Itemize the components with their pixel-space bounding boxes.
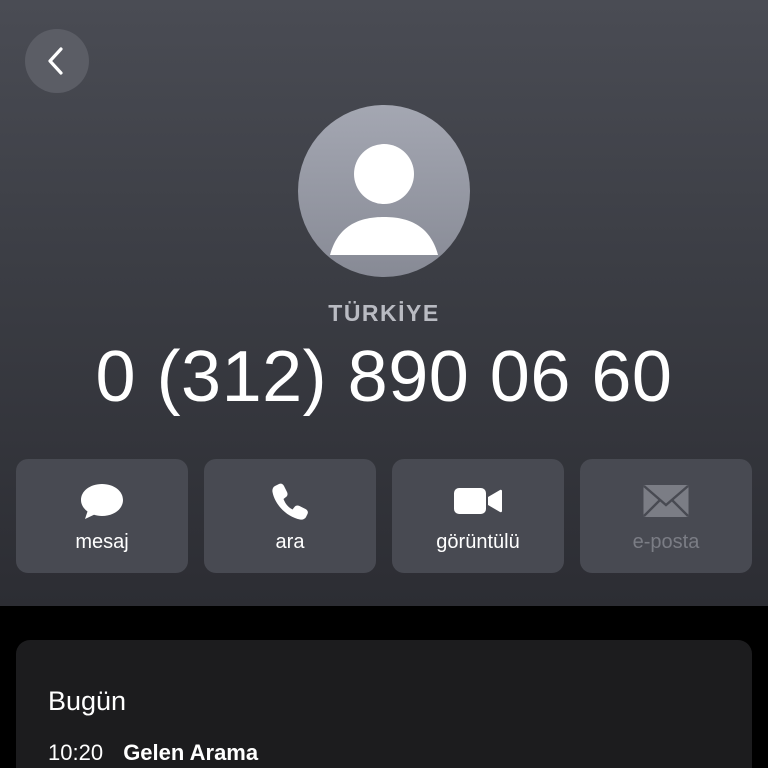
message-label: mesaj [75, 531, 129, 553]
country-label: TÜRKİYE [328, 300, 440, 326]
phone-number: 0 (312) 890 06 60 [95, 337, 673, 417]
contact-screen: TÜRKİYE 0 (312) 890 06 60 mesaj ara görü… [0, 0, 768, 768]
video-label: görüntülü [436, 531, 520, 553]
video-button[interactable]: görüntülü [392, 459, 564, 573]
call-time: 10:20 [48, 740, 104, 765]
action-row: mesaj ara görüntülü e-posta [16, 459, 752, 573]
email-label: e-posta [632, 531, 700, 553]
day-label: Bugün [48, 686, 127, 716]
contact-header: TÜRKİYE 0 (312) 890 06 60 mesaj ara görü… [0, 0, 768, 606]
message-button[interactable]: mesaj [16, 459, 188, 573]
avatar [298, 105, 470, 277]
back-button[interactable] [25, 29, 89, 93]
call-log-row: 10:20 Gelen Arama [48, 740, 258, 766]
email-button[interactable]: e-posta [580, 459, 752, 573]
call-label: ara [275, 531, 305, 553]
message-bubble-icon [81, 484, 123, 519]
person-silhouette-icon [330, 144, 438, 255]
call-button[interactable]: ara [204, 459, 376, 573]
chevron-left-icon [48, 47, 63, 75]
call-type: Gelen Arama [123, 740, 259, 765]
recent-calls-card: Bugün 10:20 Gelen Arama [16, 640, 752, 768]
video-camera-icon [454, 488, 502, 514]
phone-icon [272, 483, 308, 520]
envelope-icon [643, 485, 689, 517]
